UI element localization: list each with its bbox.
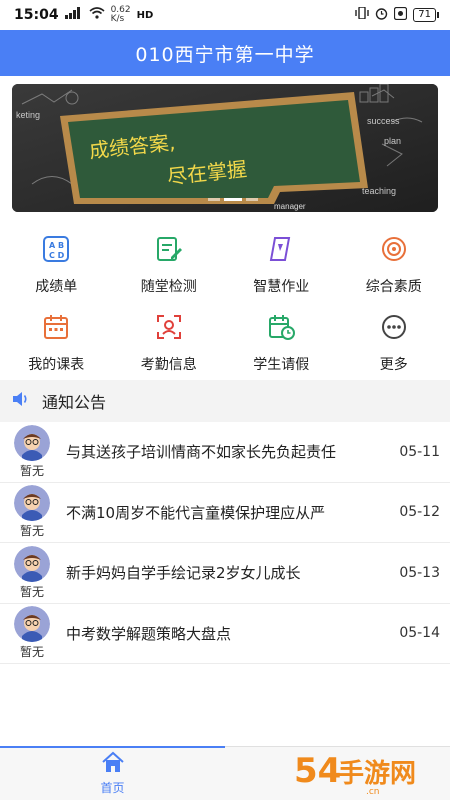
app-header: 010西宁市第一中学	[0, 30, 450, 76]
grid-item-quality[interactable]: 综合素质	[338, 226, 450, 304]
list-item[interactable]: 暂无 不满10周岁不能代言童模保护理应从严 05-12	[0, 483, 450, 543]
news-date: 05-14	[399, 625, 440, 642]
more-icon	[379, 312, 409, 342]
vibrate-icon	[355, 6, 369, 23]
grid-label: 随堂检测	[140, 279, 197, 295]
grid-label: 更多	[379, 357, 408, 373]
leave-icon	[266, 312, 296, 342]
carousel-dot[interactable]	[208, 198, 220, 201]
svg-text:C D: C D	[49, 251, 65, 260]
grid-label: 成绩单	[35, 279, 78, 295]
wifi-icon	[89, 7, 105, 23]
news-date: 05-13	[399, 564, 440, 581]
abcd-icon: A BC D	[41, 234, 71, 264]
tab-indicator	[0, 746, 225, 748]
speaker-icon	[12, 391, 30, 411]
grid-item-more[interactable]: 更多	[338, 304, 450, 382]
news-date: 05-12	[399, 504, 440, 521]
news-title: 不满10周岁不能代言童模保护理应从严	[66, 503, 326, 522]
network-speed: 0.62 K/s	[110, 5, 131, 24]
calendar-icon	[41, 312, 71, 342]
doodle-success: success	[367, 116, 400, 126]
battery-indicator: 71	[413, 8, 439, 22]
list-item[interactable]: 暂无 中考数学解题策略大盘点 05-14	[0, 604, 450, 664]
banner-carousel[interactable]: keting success plan teaching 成绩答案, 尽在掌握 …	[12, 84, 438, 212]
avatar	[14, 424, 50, 461]
banner-image: keting success plan teaching 成绩答案, 尽在掌握 …	[12, 84, 438, 212]
news-title: 新手妈妈自学手绘记录2岁女儿成长	[66, 564, 301, 583]
homework-icon	[266, 234, 296, 264]
attendance-icon	[154, 312, 184, 342]
svg-text:54: 54	[294, 751, 341, 791]
grid-item-attendance[interactable]: 考勤信息	[113, 304, 226, 382]
doodle-marketing: keting	[16, 110, 40, 120]
avatar	[14, 606, 50, 643]
doodle-plan: plan	[384, 136, 401, 146]
status-bar: 15:04 0.62 K/s HD 71	[0, 0, 450, 30]
svg-text:手游网: 手游网	[338, 759, 416, 789]
grid-item-quiz[interactable]: 随堂检测	[113, 226, 226, 304]
news-author: 暂无	[19, 463, 44, 478]
tab-label: 首页	[100, 781, 125, 795]
grid-label: 我的课表	[28, 357, 85, 373]
svg-text:A B: A B	[49, 241, 64, 250]
function-grid: A BC D 成绩单 随堂检测 智慧作业 综合素质 我的课表 考勤信息 学生请假…	[0, 226, 450, 382]
grid-label: 智慧作业	[253, 279, 310, 295]
grid-label: 学生请假	[253, 357, 310, 373]
page-title: 010西宁市第一中学	[135, 43, 315, 66]
avatar	[14, 545, 50, 582]
hd-icon	[394, 6, 408, 24]
news-author: 暂无	[19, 584, 44, 599]
grid-item-leave[interactable]: 学生请假	[225, 304, 338, 382]
news-author: 暂无	[19, 645, 44, 660]
signal-icon	[64, 7, 83, 23]
grid-label: 考勤信息	[140, 357, 197, 373]
alarm-icon	[375, 7, 388, 24]
news-list: 暂无 与其送孩子培训情商不如家长先负起责任 05-11 暂无 不满10周岁不能代…	[0, 422, 450, 664]
quality-icon	[379, 234, 409, 264]
tab-home[interactable]: 首页	[0, 751, 225, 796]
avatar	[14, 485, 50, 522]
home-icon	[101, 751, 125, 777]
list-item[interactable]: 暂无 与其送孩子培训情商不如家长先负起责任 05-11	[0, 422, 450, 483]
grid-item-timetable[interactable]: 我的课表	[0, 304, 113, 382]
edit-note-icon	[154, 234, 184, 264]
status-time: 15:04	[14, 7, 59, 23]
news-title: 中考数学解题策略大盘点	[66, 624, 232, 643]
network-tech: HD	[136, 9, 154, 21]
grid-row: 我的课表 考勤信息 学生请假 更多	[0, 304, 450, 382]
notice-header: 通知公告	[0, 380, 450, 422]
watermark-logo: 54 手游网 .cn	[294, 744, 444, 797]
news-author: 暂无	[19, 524, 44, 539]
news-title: 与其送孩子培训情商不如家长先负起责任	[66, 443, 337, 462]
grid-item-scores[interactable]: A BC D 成绩单	[0, 226, 113, 304]
news-date: 05-11	[399, 443, 440, 460]
svg-text:.cn: .cn	[366, 787, 380, 796]
notice-title: 通知公告	[42, 393, 107, 412]
grid-label: 综合素质	[365, 279, 422, 295]
carousel-dot-active[interactable]	[224, 198, 242, 201]
carousel-dot[interactable]	[246, 198, 258, 201]
grid-row: A BC D 成绩单 随堂检测 智慧作业 综合素质	[0, 226, 450, 304]
grid-item-homework[interactable]: 智慧作业	[225, 226, 338, 304]
doodle-manager: manager	[274, 202, 306, 211]
list-item[interactable]: 暂无 新手妈妈自学手绘记录2岁女儿成长 05-13	[0, 543, 450, 604]
